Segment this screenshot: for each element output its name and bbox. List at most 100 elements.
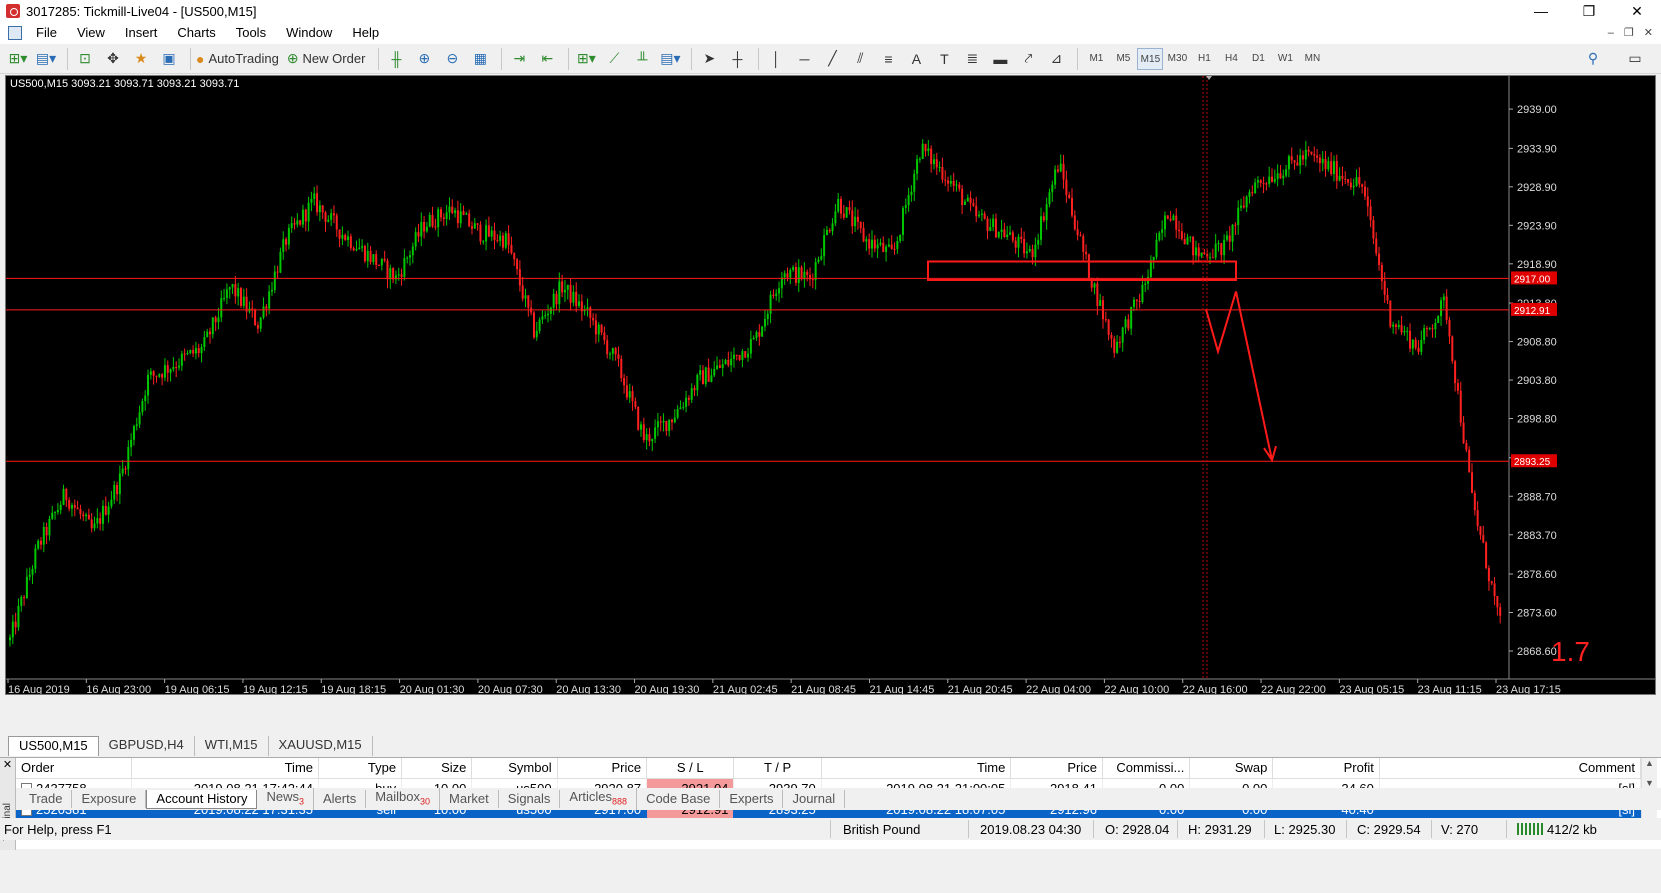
column-header[interactable]: Commissi... xyxy=(1102,758,1191,779)
terminal-icon[interactable]: ▣ xyxy=(157,47,181,71)
periods-icon[interactable]: ⟋ xyxy=(602,47,626,71)
crosshair-icon[interactable]: ┼ xyxy=(725,47,749,71)
column-header[interactable]: Time xyxy=(131,758,320,779)
chat-icon[interactable]: ▭ xyxy=(1623,47,1647,71)
column-header[interactable]: Size xyxy=(401,758,473,779)
restore-button[interactable]: ❐ xyxy=(1565,0,1613,22)
column-header[interactable]: Swap xyxy=(1189,758,1274,779)
tab-experts[interactable]: Experts xyxy=(720,790,784,808)
timeframe-h1[interactable]: H1 xyxy=(1191,48,1217,70)
tab-market[interactable]: Market xyxy=(440,790,499,808)
candle-body xyxy=(1197,247,1200,257)
candle-body xyxy=(1313,154,1316,156)
candle-body xyxy=(1476,510,1479,527)
search-icon[interactable]: ⚲ xyxy=(1581,47,1605,71)
text-icon[interactable]: A xyxy=(904,47,928,71)
price-chart[interactable]: 2939.002933.902928.902923.902918.902913.… xyxy=(5,75,1656,695)
tab-articles[interactable]: Articles888 xyxy=(560,787,638,811)
chart-canvas[interactable]: 2939.002933.902928.902923.902918.902913.… xyxy=(6,76,1656,695)
tab-journal[interactable]: Journal xyxy=(783,790,846,808)
timeframe-w1[interactable]: W1 xyxy=(1272,48,1298,70)
menu-help[interactable]: Help xyxy=(342,22,389,44)
column-header[interactable]: S / L xyxy=(646,758,735,779)
chart-tab-wti[interactable]: WTI,M15 xyxy=(195,736,269,756)
column-header[interactable]: Profit xyxy=(1272,758,1380,779)
autotrading-button[interactable]: ● AutoTrading xyxy=(196,47,283,71)
tab-account-history[interactable]: Account History xyxy=(146,789,258,809)
mdi-close-icon[interactable]: ✕ xyxy=(1644,22,1653,44)
horizontal-line-icon[interactable]: ─ xyxy=(792,47,816,71)
chart-tab-gbpusd[interactable]: GBPUSD,H4 xyxy=(99,736,195,756)
menu-insert[interactable]: Insert xyxy=(115,22,168,44)
navigator-icon[interactable]: ✥ xyxy=(101,47,125,71)
timeframe-d1[interactable]: D1 xyxy=(1245,48,1271,70)
menu-charts[interactable]: Charts xyxy=(167,22,225,44)
mdi-restore-icon[interactable]: ❐ xyxy=(1624,22,1634,44)
shapes-icon[interactable]: ⊿ xyxy=(1044,47,1068,71)
tab-news[interactable]: News3 xyxy=(257,787,314,811)
vertical-line-icon[interactable]: │ xyxy=(764,47,788,71)
tab-alerts[interactable]: Alerts xyxy=(314,790,367,808)
candle-body xyxy=(1321,158,1324,164)
timeframe-h4[interactable]: H4 xyxy=(1218,48,1244,70)
close-button[interactable]: ✕ xyxy=(1613,0,1661,22)
timeframe-mn[interactable]: MN xyxy=(1299,48,1325,70)
profiles-icon[interactable]: ▤▾ xyxy=(34,47,58,71)
candle-body xyxy=(93,523,96,529)
column-header[interactable]: Order xyxy=(16,758,132,779)
menu-file[interactable]: File xyxy=(26,22,67,44)
menu-tools[interactable]: Tools xyxy=(226,22,276,44)
mdi-minimize-icon[interactable]: – xyxy=(1608,22,1614,44)
cursor-icon[interactable]: ➤ xyxy=(697,47,721,71)
templates-icon[interactable]: ╨ xyxy=(630,47,654,71)
timeframe-m5[interactable]: M5 xyxy=(1110,48,1136,70)
chart-templates-icon[interactable]: ▤▾ xyxy=(658,47,682,71)
text-label-icon[interactable]: T xyxy=(932,47,956,71)
chart-shift-icon[interactable]: ⇤ xyxy=(535,47,559,71)
candle-body xyxy=(690,388,693,400)
column-header[interactable]: Time xyxy=(821,758,1012,779)
bar-chart-icon[interactable]: ╫ xyxy=(384,47,408,71)
trendline-icon[interactable]: ╱ xyxy=(820,47,844,71)
document-icon[interactable] xyxy=(8,26,22,40)
candle-body xyxy=(468,213,471,227)
auto-scroll-icon[interactable]: ⇥ xyxy=(507,47,531,71)
tile-windows-icon[interactable]: ▦ xyxy=(468,47,492,71)
column-header[interactable]: Type xyxy=(318,758,403,779)
candle-body xyxy=(17,605,20,628)
new-order-button[interactable]: ⊕ New Order xyxy=(287,47,370,71)
menu-window[interactable]: Window xyxy=(276,22,342,44)
fibonacci-icon[interactable]: ≡ xyxy=(876,47,900,71)
equidistant-channel-icon[interactable]: ⫽ xyxy=(848,47,872,71)
timeframe-m15[interactable]: M15 xyxy=(1137,47,1164,70)
chart-tab-us500[interactable]: US500,M15 xyxy=(8,736,99,756)
column-header[interactable]: Symbol xyxy=(471,758,558,779)
chart-tab-xauusd[interactable]: XAUUSD,M15 xyxy=(269,736,373,756)
arrows-icon[interactable]: ⤤ xyxy=(1016,47,1040,71)
data-window-icon[interactable]: ★ xyxy=(129,47,153,71)
candle-body xyxy=(1304,149,1307,160)
fibo-fan-icon[interactable]: ≣ xyxy=(960,47,984,71)
minimize-button[interactable]: — xyxy=(1517,0,1565,22)
indicators-icon[interactable]: ⊞▾ xyxy=(574,47,598,71)
column-header[interactable]: T / P xyxy=(733,758,822,779)
candle-body xyxy=(904,205,907,208)
zoom-in-icon[interactable]: ⊕ xyxy=(412,47,436,71)
tab-exposure[interactable]: Exposure xyxy=(72,790,147,808)
column-header[interactable]: Price xyxy=(1010,758,1103,779)
column-header[interactable]: Price xyxy=(557,758,648,779)
timeframe-m30[interactable]: M30 xyxy=(1164,48,1190,70)
tab-code-base[interactable]: Code Base xyxy=(637,790,721,808)
candle-body xyxy=(609,353,612,355)
tab-signals[interactable]: Signals xyxy=(499,790,561,808)
tab-mailbox[interactable]: Mailbox30 xyxy=(366,787,441,811)
market-watch-icon[interactable]: ⊡ xyxy=(73,47,97,71)
column-header[interactable]: Comment xyxy=(1379,758,1642,779)
tab-trade[interactable]: Trade xyxy=(20,790,73,808)
zoom-out-icon[interactable]: ⊖ xyxy=(440,47,464,71)
terminal-close-icon[interactable]: ✕ xyxy=(0,758,15,772)
timeframe-m1[interactable]: M1 xyxy=(1083,48,1109,70)
rectangle-icon[interactable]: ▬ xyxy=(988,47,1012,71)
new-chart-icon[interactable]: ⊞▾ xyxy=(6,47,30,71)
menu-view[interactable]: View xyxy=(67,22,115,44)
